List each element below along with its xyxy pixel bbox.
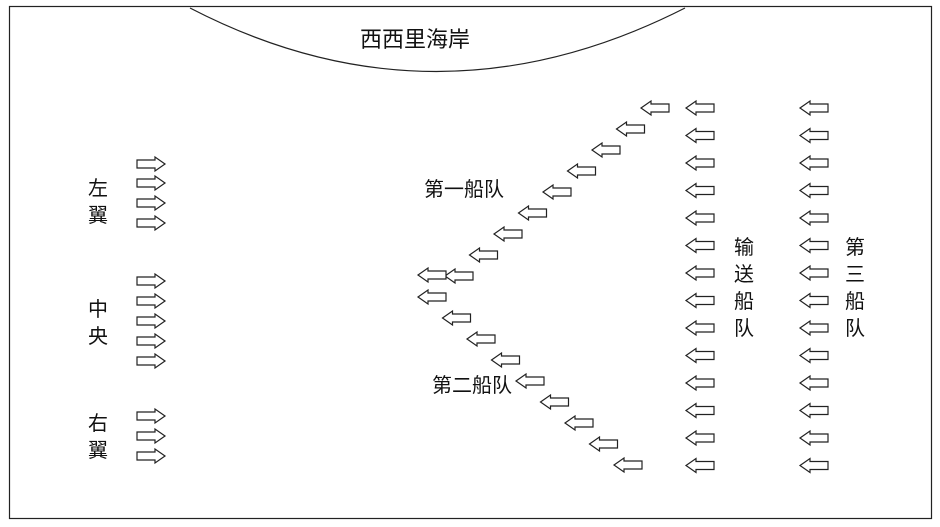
transport-ship-icon [684,402,715,419]
center-defender-icon [136,292,167,310]
left-wing-defender-icon [136,194,167,212]
center-defender-icon [136,272,167,290]
third-fleet-ship-icon [798,182,829,199]
third-fleet-ship-icon [798,154,829,172]
first-fleet-ship-icon [566,162,597,180]
second-fleet-ship-icon [416,288,447,306]
transport-ship-icon [684,319,715,337]
right-wing-defender-icon [136,407,167,425]
transport-ship-icon [684,127,715,144]
first-fleet-ship-icon [468,246,499,264]
first-fleet-label: 第一船队 [424,177,504,201]
first-fleet-ship-icon [416,266,447,284]
third-fleet-ship-icon [798,319,829,337]
left-wing-defender-icon [136,174,167,192]
left-wing-defender-icon [136,214,167,232]
transport-ship-icon [684,237,715,254]
first-fleet-ship-icon [590,141,621,159]
second-fleet-ship-icon [612,456,643,474]
third-fleet-ship-icon [798,374,829,392]
third-fleet-ship-icon [798,237,829,254]
second-fleet-ship-icon [563,414,594,432]
transport-ship-icon [684,99,715,117]
first-fleet-ship-icon [639,99,670,117]
transport-ship-icon [684,209,715,227]
third-fleet-ship-icon [798,209,829,227]
transport-ship-icon [684,374,715,392]
transport-fleet-label: 输送船队 [734,235,754,340]
second-fleet-ship-icon [588,435,619,453]
first-fleet-ship-icon [541,183,572,201]
transport-ship-icon [684,182,715,199]
second-fleet-ship-icon [441,309,472,327]
third-fleet-ship-icon [798,457,829,474]
second-fleet-ship-icon [490,351,521,369]
right-wing-defender-icon [136,447,167,465]
left-wing-defender-icon [136,155,167,173]
third-fleet-ship-icon [798,264,829,282]
first-fleet-ship-icon [492,225,523,243]
third-fleet-ship-icon [798,402,829,419]
third-fleet-label: 第三船队 [845,235,865,340]
third-fleet-ship-icon [798,292,829,309]
transport-ship-icon [684,292,715,309]
right-wing-defender-icon [136,427,167,445]
center-label: 中央 [88,297,108,348]
third-fleet-ship-icon [798,127,829,144]
third-fleet-ship-icon [798,99,829,117]
center-defender-icon [136,332,167,350]
first-fleet-ship-icon [615,120,646,138]
transport-ship-icon [684,429,715,447]
transport-ship-icon [684,264,715,282]
second-fleet-ship-icon [514,372,545,390]
left-wing-label: 左翼 [88,176,108,227]
sicily-landing-diagram [8,5,933,520]
center-defender-icon [136,312,167,330]
diagram-frame [8,5,933,520]
transport-ship-icon [684,347,715,364]
second-fleet-ship-icon [539,393,570,411]
first-fleet-ship-icon [517,204,548,222]
right-wing-label: 右翼 [88,411,108,462]
transport-ship-icon [684,457,715,474]
first-fleet-ship-icon [443,267,474,285]
third-fleet-ship-icon [798,347,829,364]
transport-ship-icon [684,154,715,172]
center-defender-icon [136,352,167,370]
second-fleet-label: 第二船队 [432,373,512,397]
second-fleet-ship-icon [465,330,496,348]
third-fleet-ship-icon [798,429,829,447]
coast-label: 西西里海岸 [360,28,471,53]
